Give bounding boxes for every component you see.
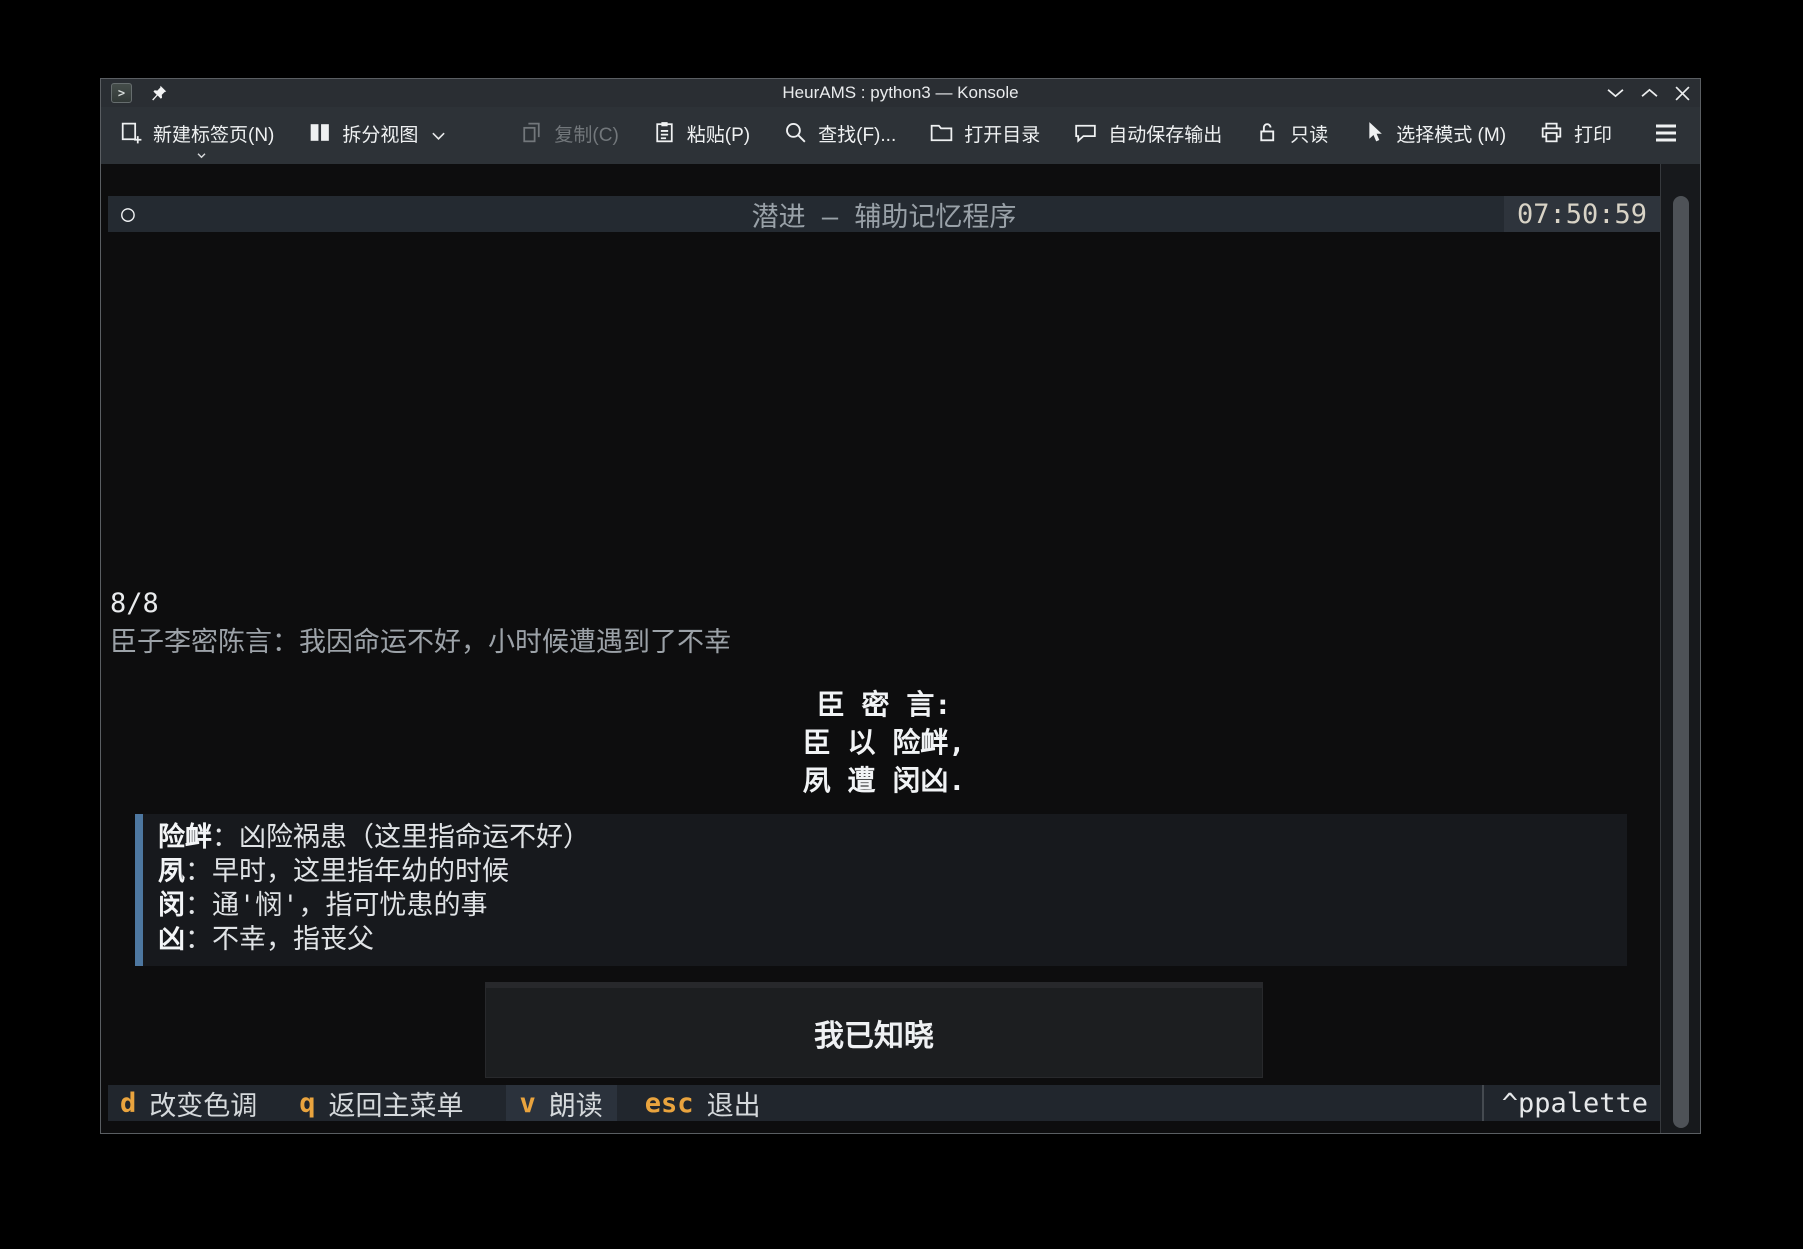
new-tab-button[interactable]: 新建标签页(N) <box>117 119 274 152</box>
autosave-output-button[interactable]: 自动保存输出 <box>1072 119 1222 152</box>
close-button[interactable] <box>1675 86 1690 101</box>
split-view-button[interactable]: 拆分视图 <box>306 119 446 152</box>
hint-read-aloud[interactable]: v 朗读 <box>506 1085 617 1121</box>
lock-icon <box>1254 119 1281 152</box>
glossary-line: 夙：早时，这里指年幼的时候 <box>158 855 1617 889</box>
tui-title: 潜进 – 辅助记忆程序 <box>752 195 1017 234</box>
select-cursor-icon <box>1360 119 1387 152</box>
hint-sentence: 臣子李密陈言：我因命运不好，小时候遭遇到了不幸 <box>110 620 731 659</box>
acknowledge-button[interactable]: 我已知晓 <box>485 982 1263 1078</box>
verse-block: 臣 密 言: 臣 以 险衅, 夙 遭 闵凶. <box>108 686 1660 800</box>
statusbar-divider <box>1482 1085 1484 1121</box>
copy-icon <box>518 119 545 152</box>
split-view-icon <box>306 119 333 152</box>
pin-icon[interactable] <box>149 84 168 103</box>
statusbar: d 改变色调 q 返回主菜单 v 朗读 esc 退出 ^p <box>108 1085 1660 1121</box>
minimize-button[interactable] <box>1607 87 1624 99</box>
copy-button[interactable]: 复制(C) <box>518 119 618 152</box>
scrollbar-thumb[interactable] <box>1673 196 1689 1128</box>
tui-header: ○ 潜进 – 辅助记忆程序 07:50:59 <box>108 196 1660 232</box>
spinner-icon: ○ <box>121 203 135 226</box>
paste-icon <box>651 119 678 152</box>
paste-button[interactable]: 粘贴(P) <box>651 119 750 152</box>
find-button[interactable]: 查找(F)... <box>782 119 896 152</box>
tui-app: ○ 潜进 – 辅助记忆程序 07:50:59 8/8 臣子李密陈言：我因命运不好… <box>108 164 1660 1133</box>
glossary-line: 凶：不幸，指丧父 <box>158 923 1617 957</box>
glossary-line: 闵：通'悯'，指可忧患的事 <box>158 889 1617 923</box>
open-directory-button[interactable]: 打开目录 <box>928 119 1040 152</box>
select-mode-button[interactable]: 选择模式 (M) <box>1360 119 1506 152</box>
maximize-button[interactable] <box>1641 87 1658 99</box>
konsole-window: > HeurAMS : python3 — Konsole 新建标签页(N) <box>100 78 1701 1134</box>
read-only-button[interactable]: 只读 <box>1254 119 1328 152</box>
window-title: HeurAMS : python3 — Konsole <box>782 83 1018 103</box>
glossary-panel: 险衅：凶险祸患（这里指命运不好） 夙：早时，这里指年幼的时候 闵：通'悯'，指可… <box>135 814 1627 966</box>
glossary-line: 险衅：凶险祸患（这里指命运不好） <box>158 821 1617 855</box>
verse-line: 夙 遭 闵凶. <box>108 762 1660 800</box>
new-tab-icon <box>117 119 144 152</box>
konsole-app-icon[interactable]: > <box>111 83 132 103</box>
scrollbar-track[interactable] <box>1660 164 1700 1133</box>
toolbar: 新建标签页(N) 拆分视图 复制(C) <box>101 107 1700 164</box>
terminal-viewport[interactable]: ○ 潜进 – 辅助记忆程序 07:50:59 8/8 臣子李密陈言：我因命运不好… <box>101 164 1700 1133</box>
output-bubble-icon <box>1072 119 1099 152</box>
menu-button[interactable] <box>1652 121 1680 151</box>
titlebar: > HeurAMS : python3 — Konsole <box>101 79 1700 107</box>
hint-change-theme[interactable]: d 改变色调 <box>120 1084 257 1123</box>
hint-quit[interactable]: esc 退出 <box>645 1084 761 1123</box>
hamburger-menu-icon <box>1652 121 1680 151</box>
verse-line: 臣 以 险衅, <box>108 724 1660 762</box>
verse-line: 臣 密 言: <box>108 686 1660 724</box>
hint-main-menu[interactable]: q 返回主菜单 <box>299 1084 463 1123</box>
progress-counter: 8/8 <box>110 588 159 619</box>
clock: 07:50:59 <box>1504 196 1660 232</box>
open-folder-icon <box>928 119 955 152</box>
chevron-down-icon <box>196 143 207 165</box>
chevron-down-icon <box>431 131 446 141</box>
printer-icon <box>1538 119 1565 152</box>
hint-palette[interactable]: ^p palette <box>1482 1085 1648 1121</box>
search-icon <box>782 119 809 152</box>
print-button[interactable]: 打印 <box>1538 119 1612 152</box>
